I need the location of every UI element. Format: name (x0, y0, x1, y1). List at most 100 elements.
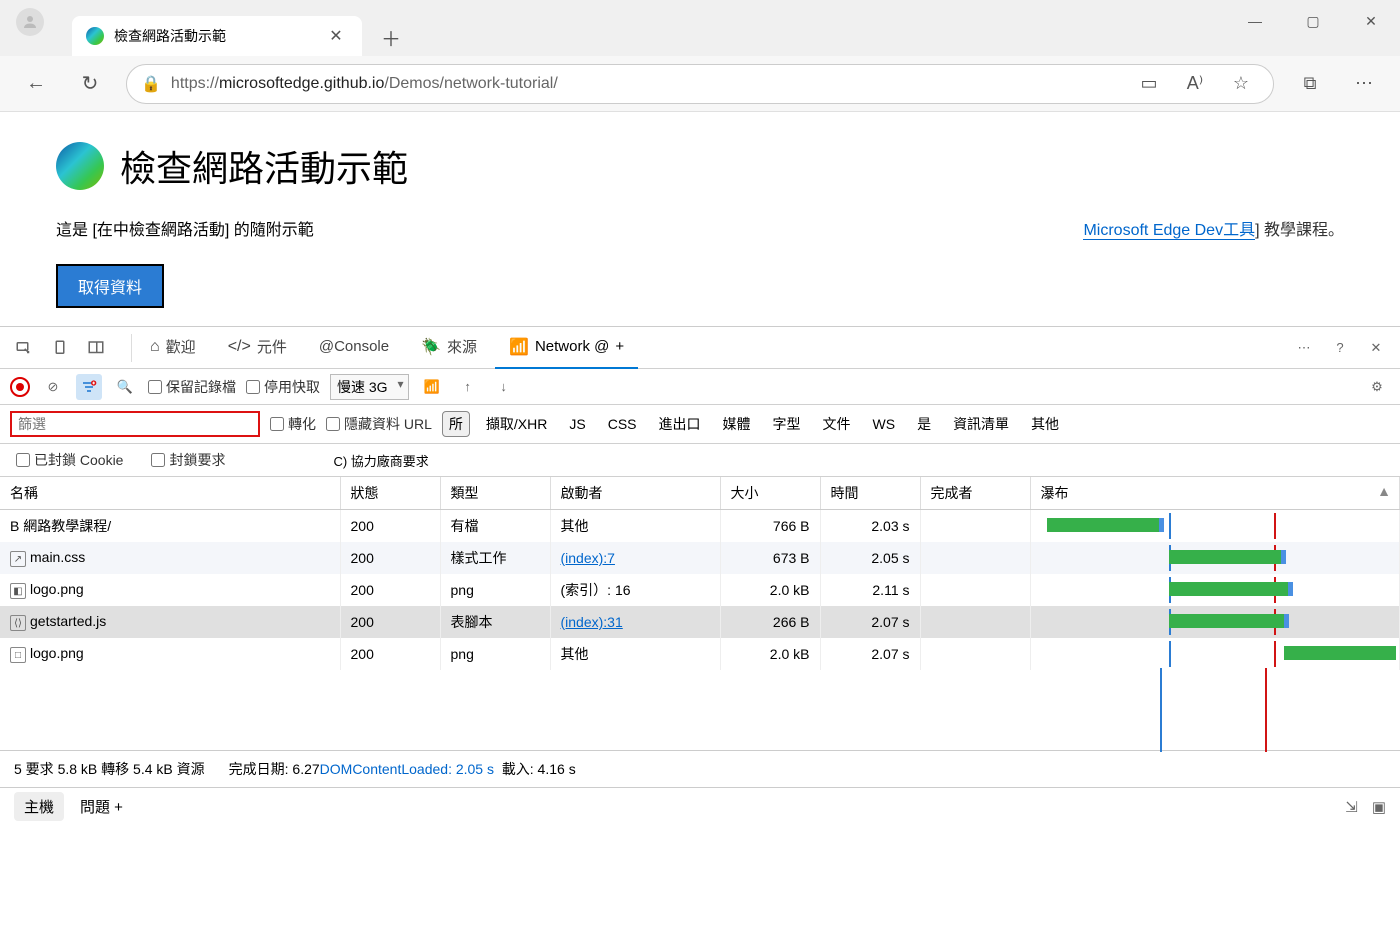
table-row[interactable]: ⟨⟩getstarted.js 200 表腳本 (index):31 266 B… (0, 606, 1400, 638)
network-conditions-icon[interactable]: 📶 (419, 374, 445, 400)
read-aloud-icon[interactable]: A⁾ (1177, 66, 1213, 102)
col-time[interactable]: 時間 (820, 477, 920, 510)
filter-manifest[interactable]: 資訊清單 (947, 412, 1015, 436)
network-settings-icon[interactable]: ⚙ (1364, 374, 1390, 400)
status-finish: 完成日期: 6.27DOMContentLoaded: 2.05 s 載入: 4… (229, 759, 576, 779)
maximize-button[interactable]: ▢ (1284, 0, 1342, 42)
browser-toolbar: ← ↻ 🔒 https://microsoftedge.github.io/De… (0, 56, 1400, 112)
tab-sources[interactable]: 🪲來源 (407, 327, 491, 369)
cell-size: 673 B (720, 542, 820, 574)
tab-close-button[interactable]: ✕ (324, 24, 348, 48)
devtools-panel: ⌂歡迎 </>元件 @Console 🪲來源 📶Network @ + ⋯ ? … (0, 326, 1400, 825)
clear-button[interactable]: ⊘ (40, 374, 66, 400)
filter-all[interactable]: 所 (442, 411, 470, 437)
inspect-element-icon[interactable] (8, 333, 40, 363)
drawer-expand-icon[interactable]: ▣ (1372, 798, 1386, 816)
refresh-button[interactable]: ↻ (72, 66, 108, 102)
filter-other[interactable]: 其他 (1025, 412, 1065, 436)
dock-side-icon[interactable] (80, 333, 112, 363)
cell-waterfall (1030, 510, 1400, 543)
collections-icon[interactable]: ⧉ (1292, 66, 1328, 102)
col-fulfilled[interactable]: 完成者 (920, 477, 1030, 510)
blocked-requests-checkbox[interactable]: 封鎖要求 (151, 450, 225, 470)
sort-indicator-icon: ▲ (1377, 483, 1391, 499)
cell-fulfilled (920, 542, 1030, 574)
tab-elements[interactable]: </>元件 (214, 327, 301, 369)
col-type[interactable]: 類型 (440, 477, 550, 510)
cell-fulfilled (920, 574, 1030, 606)
table-row[interactable]: □logo.png 200 png 其他 2.0 kB 2.07 s (0, 638, 1400, 670)
col-status[interactable]: 狀態 (340, 477, 440, 510)
filter-css[interactable]: CSS (602, 414, 643, 434)
filter-fetch[interactable]: 擷取/XHR (480, 412, 553, 436)
new-tab-button[interactable]: ＋ (372, 18, 410, 56)
reader-icon[interactable]: ▭ (1131, 66, 1167, 102)
filter-wasm[interactable]: 是 (911, 412, 937, 436)
filter-js[interactable]: JS (563, 414, 591, 434)
file-type-icon: ◧ (10, 583, 26, 599)
hide-data-urls-checkbox[interactable]: 隱藏資料 URL (326, 414, 432, 434)
invert-checkbox[interactable]: 轉化 (270, 414, 316, 434)
menu-button[interactable]: ⋯ (1346, 66, 1382, 102)
minimize-button[interactable]: — (1226, 0, 1284, 42)
filter-media[interactable]: 媒體 (717, 412, 757, 436)
cell-waterfall (1030, 542, 1400, 574)
cell-name: □logo.png (0, 638, 340, 670)
col-initiator[interactable]: 啟動者 (550, 477, 720, 510)
table-row[interactable]: B 網路教學課程/ 200 有檔 其他 766 B 2.03 s (0, 510, 1400, 543)
address-bar[interactable]: 🔒 https://microsoftedge.github.io/Demos/… (126, 64, 1274, 104)
tab-network[interactable]: 📶Network @ + (495, 327, 638, 369)
help-button[interactable]: ? (1324, 333, 1356, 363)
profile-avatar[interactable] (16, 8, 44, 36)
cell-initiator[interactable]: (index):31 (550, 606, 720, 638)
code-icon: </> (228, 338, 251, 356)
cell-initiator[interactable]: (index):7 (550, 542, 720, 574)
import-har-icon[interactable]: ↑ (455, 374, 481, 400)
blocked-cookies-checkbox[interactable]: 已封鎖 Cookie (16, 450, 123, 470)
close-devtools-button[interactable]: ✕ (1360, 333, 1392, 363)
tab-welcome[interactable]: ⌂歡迎 (136, 327, 210, 369)
device-toggle-icon[interactable] (44, 333, 76, 363)
back-button[interactable]: ← (18, 66, 54, 102)
cell-time: 2.11 s (820, 574, 920, 606)
drawer-tab-host[interactable]: 主機 (14, 792, 64, 821)
filter-font[interactable]: 字型 (767, 412, 807, 436)
drawer-tab-issues[interactable]: 問題 + (80, 796, 123, 817)
col-waterfall[interactable]: 瀑布▲ (1030, 477, 1400, 510)
preserve-log-checkbox[interactable]: 保留記錄檔 (148, 377, 236, 397)
file-type-icon: □ (10, 647, 26, 663)
favorite-icon[interactable]: ☆ (1223, 66, 1259, 102)
page-description: 這是 [在中檢查網路活動] 的隨附示範 (56, 216, 314, 240)
cell-name: ⟨⟩getstarted.js (0, 606, 340, 638)
cell-size: 266 B (720, 606, 820, 638)
search-icon[interactable]: 🔍 (112, 374, 138, 400)
table-row[interactable]: ↗main.css 200 樣式工作 (index):7 673 B 2.05 … (0, 542, 1400, 574)
disable-cache-checkbox[interactable]: 停用快取 (246, 377, 320, 397)
cell-waterfall (1030, 574, 1400, 606)
close-window-button[interactable]: ✕ (1342, 0, 1400, 42)
lock-icon: 🔒 (141, 74, 161, 94)
get-data-button[interactable]: 取得資料 (56, 264, 164, 308)
export-har-icon[interactable]: ↓ (491, 374, 517, 400)
bug-icon: 🪲 (421, 337, 441, 357)
browser-tab[interactable]: 檢查網路活動示範 ✕ (72, 16, 362, 56)
filter-input[interactable] (10, 411, 260, 437)
drawer-toggle-icon[interactable]: ⇲ (1345, 798, 1358, 816)
tab-console[interactable]: @Console (305, 327, 403, 369)
home-icon: ⌂ (150, 338, 160, 356)
filter-doc[interactable]: 文件 (817, 412, 857, 436)
record-button[interactable] (10, 377, 30, 397)
cell-time: 2.05 s (820, 542, 920, 574)
throttling-select[interactable]: 慢速 3G (330, 374, 409, 400)
filter-img[interactable]: 進出口 (653, 412, 707, 436)
more-tools-button[interactable]: ⋯ (1288, 333, 1320, 363)
filter-toggle-icon[interactable] (76, 374, 102, 400)
thirdparty-label: C) 協力廠商要求 (333, 451, 428, 470)
filter-ws[interactable]: WS (867, 414, 902, 434)
col-size[interactable]: 大小 (720, 477, 820, 510)
table-row[interactable]: ◧logo.png 200 png (索引）: 16 2.0 kB 2.11 s (0, 574, 1400, 606)
col-name[interactable]: 名稱 (0, 477, 340, 510)
cell-type: 樣式工作 (440, 542, 550, 574)
cell-status: 200 (340, 606, 440, 638)
cell-waterfall (1030, 606, 1400, 638)
